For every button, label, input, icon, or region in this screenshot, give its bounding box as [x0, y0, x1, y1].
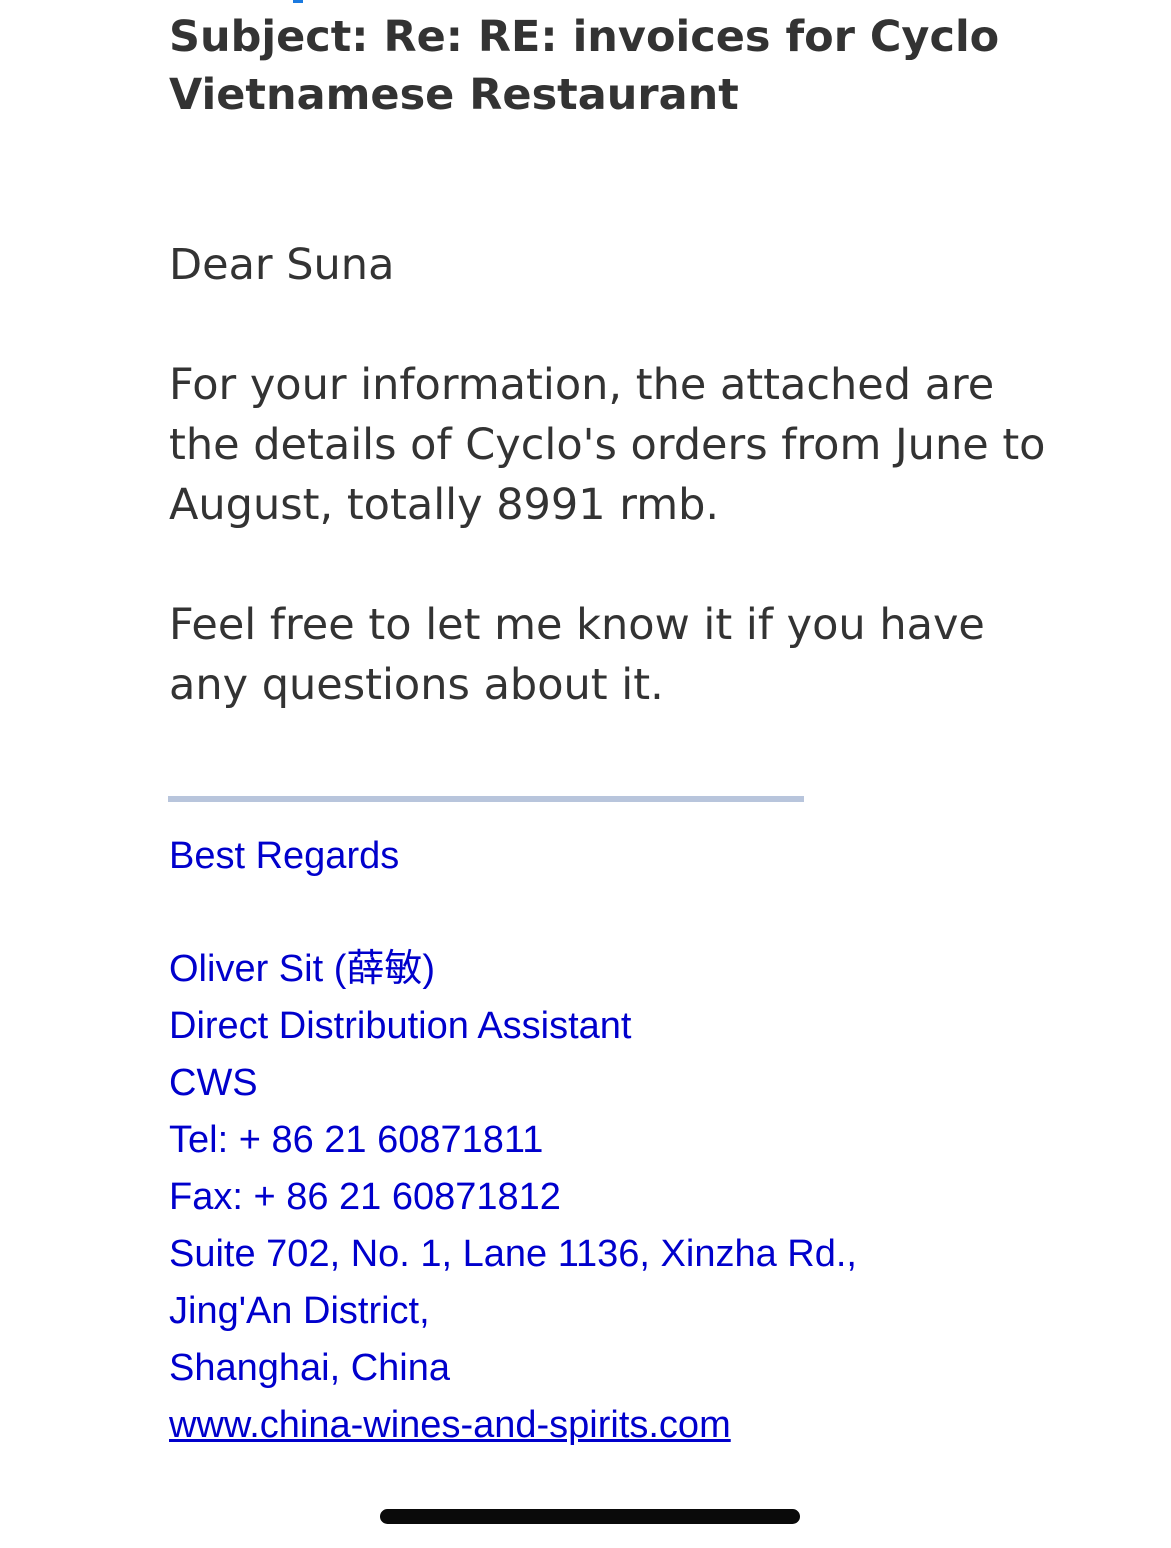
signature-address-line-1: Suite 702, No. 1, Lane 1136, Xinzha Rd., — [169, 1233, 857, 1275]
signature-regards: Best Regards — [169, 835, 400, 877]
signature-tel[interactable]: Tel: + 86 21 60871811 — [169, 1112, 857, 1169]
website-link[interactable]: www.china-wines-and-spirits.com — [169, 1404, 731, 1446]
email-paragraph-2: Feel free to let me know it if you have … — [169, 600, 999, 710]
signature-block: Oliver Sit (薛敏) Direct Distribution Assi… — [169, 941, 857, 1454]
email-greeting: Dear Suna — [169, 240, 395, 290]
email-paragraph-1: For your information, the attached are t… — [169, 360, 1060, 530]
signature-fax[interactable]: Fax: + 86 21 60871812 — [169, 1169, 857, 1226]
signature-address-line-2: Jing'An District, — [169, 1290, 430, 1332]
signature-address-line-3: Shanghai, China — [169, 1347, 450, 1389]
signature-title: Direct Distribution Assistant — [169, 1005, 632, 1047]
signature-divider — [168, 796, 804, 802]
top-edge-fragment — [293, 0, 303, 3]
signature-name: Oliver Sit (薛敏) — [169, 948, 436, 990]
signature-website-row: www.china-wines-and-spirits.com — [169, 1397, 857, 1454]
home-indicator-bar[interactable] — [380, 1509, 800, 1524]
email-subject: Subject: Re: RE: invoices for Cyclo Viet… — [169, 12, 1000, 120]
signature-company: CWS — [169, 1062, 258, 1104]
